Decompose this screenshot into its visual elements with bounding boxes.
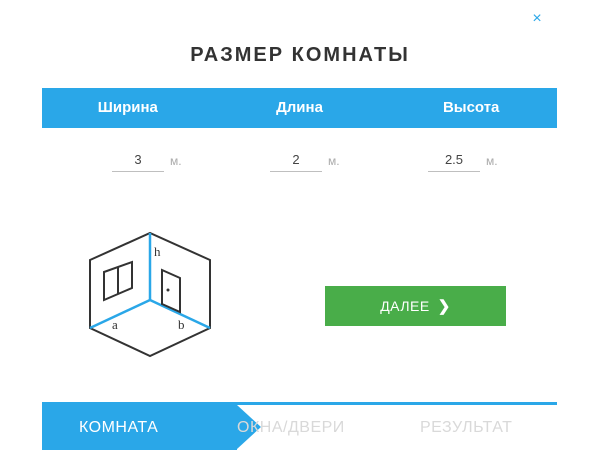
- step-windows-doors[interactable]: ОКНА/ДВЕРИ: [237, 405, 345, 450]
- height-field-group: м.: [428, 140, 498, 172]
- step-progress: КОМНАТА ОКНА/ДВЕРИ РЕЗУЛЬТАТ: [42, 402, 557, 450]
- column-header-length: Длина: [276, 99, 323, 116]
- step-result[interactable]: РЕЗУЛЬТАТ: [420, 405, 512, 450]
- height-input[interactable]: [428, 152, 480, 172]
- width-unit: м.: [170, 154, 182, 168]
- room-diagram: h a b: [89, 231, 211, 358]
- dimensions-header: Ширина Длина Высота: [42, 88, 557, 128]
- length-unit: м.: [328, 154, 340, 168]
- close-icon[interactable]: ×: [526, 8, 548, 30]
- length-field-group: м.: [270, 140, 340, 172]
- step-room[interactable]: КОМНАТА: [42, 405, 237, 450]
- dimension-inputs: м. м. м.: [42, 140, 557, 176]
- label-a: a: [112, 317, 118, 332]
- chevron-right-icon: ❯: [437, 298, 451, 315]
- label-b: b: [178, 317, 185, 332]
- column-header-width: Ширина: [97, 99, 158, 116]
- length-input[interactable]: [270, 152, 322, 172]
- room-size-dialog: × РАЗМЕР КОМНАТЫ Ширина Длина Высота м. …: [0, 0, 600, 450]
- next-button[interactable]: ДАЛЕЕ ❯: [325, 286, 506, 326]
- height-unit: м.: [486, 154, 498, 168]
- floor-edge-a: [89, 298, 151, 330]
- column-header-height: Высота: [442, 99, 500, 116]
- door-icon: [161, 268, 181, 314]
- page-title: РАЗМЕР КОМНАТЫ: [190, 44, 410, 66]
- next-button-label: ДАЛЕЕ: [380, 298, 430, 314]
- width-field-group: м.: [112, 140, 182, 172]
- width-input[interactable]: [112, 152, 164, 172]
- door-knob: [166, 288, 170, 292]
- label-h: h: [154, 244, 161, 259]
